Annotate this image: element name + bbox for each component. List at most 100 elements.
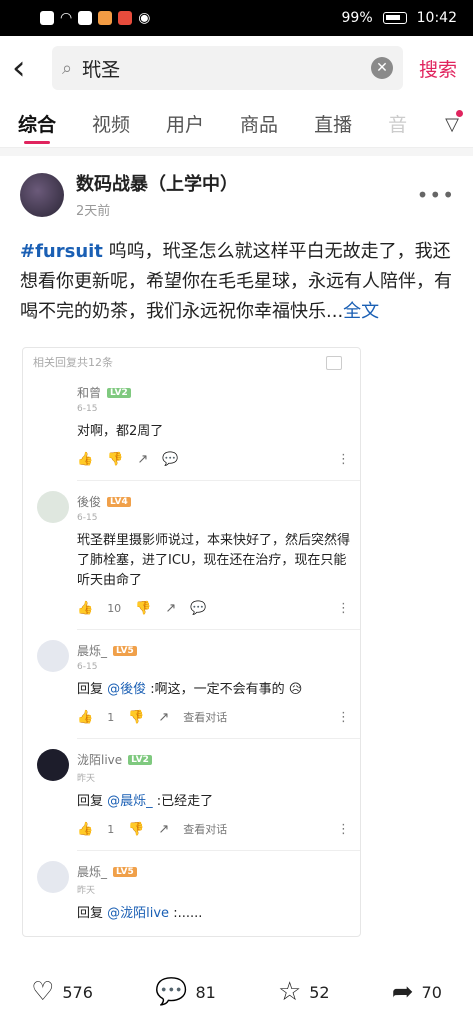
clear-icon[interactable]: ✕: [370, 57, 393, 79]
more-options-icon[interactable]: •••: [417, 183, 455, 207]
comment-button[interactable]: 💬 81: [155, 979, 216, 1005]
commenter-avatar: [37, 749, 69, 781]
notification-icon: [40, 11, 54, 25]
heart-icon: ♡: [31, 977, 55, 1007]
share-button[interactable]: ➦ 70: [392, 979, 442, 1005]
back-icon[interactable]: ‹: [12, 51, 52, 85]
favorite-button[interactable]: ☆ 52: [278, 979, 330, 1005]
battery-percent: 99%: [341, 10, 373, 26]
share-arrow-icon: ➦: [391, 977, 414, 1007]
comment-text: 对啊，都2周了: [77, 424, 164, 439]
comment-date: 6-15: [77, 513, 98, 523]
tab-products[interactable]: 商品: [240, 100, 278, 148]
kebab-icon: ⋮: [337, 451, 350, 467]
level-badge: LV5: [113, 645, 137, 656]
favorite-count: 52: [309, 982, 330, 1002]
comment-date: 6-15: [77, 404, 98, 414]
kebab-icon: ⋮: [337, 709, 350, 725]
like-icon: 👍: [77, 821, 94, 837]
view-thread-link: 查看对话: [183, 823, 228, 836]
comment-text: 回复 @後俊 :啊这，一定不会有事的 😥: [77, 680, 360, 700]
hashtag-link[interactable]: #fursuit: [20, 241, 103, 262]
tab-video[interactable]: 视频: [92, 100, 130, 148]
comment-actions: 👍 10 👎 ↗ 💬 ⋮: [77, 597, 360, 619]
like-button[interactable]: ♡ 576: [31, 979, 93, 1005]
like-icon: 👍: [77, 600, 94, 616]
share-icon: ↗: [165, 600, 177, 616]
reply-prefix: 回复: [77, 682, 108, 697]
wifi-icon: ◠: [60, 10, 73, 26]
comment: 和曾 LV2 6-15 对啊，都2周了 👍 👎 ↗ 💬 ⋮: [23, 380, 360, 481]
mention: @後俊: [107, 682, 147, 697]
commenter-name: 後俊: [77, 495, 102, 509]
reply-text: :已经走了: [152, 794, 214, 809]
reply-text: :......: [169, 906, 203, 921]
comment-date: 昨天: [77, 774, 96, 784]
comment-icon: 💬: [190, 600, 207, 616]
reply-text: :啊这，一定不会有事的 😥: [146, 682, 303, 697]
share-count: 70: [421, 982, 442, 1002]
like-icon: 👍: [77, 709, 94, 725]
avatar[interactable]: [20, 172, 64, 217]
kebab-icon: ⋮: [337, 821, 350, 837]
commenter-name: 和曾: [77, 386, 102, 400]
search-icon: ⌕: [62, 57, 73, 79]
level-badge: LV4: [107, 496, 131, 507]
comment: 晨烁_ LV5 6-15 回复 @後俊 :啊这，一定不会有事的 😥 👍 1 👎 ↗…: [23, 638, 360, 739]
star-icon: ☆: [277, 977, 302, 1007]
post-text[interactable]: #fursuit 呜呜，玳圣怎么就这样平白无故走了，我还想看你更新呢，希望你在毛…: [20, 237, 455, 327]
like-count: 10: [107, 601, 122, 615]
reply-prefix: 回复: [77, 794, 108, 809]
commenter-avatar: [37, 640, 69, 672]
dislike-icon: 👎: [128, 821, 145, 837]
comment-actions: 👍 1 👎 ↗ 查看对话 ⋮: [77, 706, 360, 728]
level-badge: LV2: [128, 754, 152, 765]
comment-text: 玳圣群里摄影师说过，本来快好了，然后突然得了肺栓塞，进了ICU，现在还在治疗，现…: [77, 533, 351, 588]
comment-date: 昨天: [77, 886, 96, 896]
battery-icon: [382, 12, 407, 24]
copy-icon: [326, 356, 342, 370]
app-icon: [98, 11, 113, 25]
clock: 10:42: [416, 10, 457, 26]
tab-music[interactable]: 音: [388, 100, 407, 148]
kebab-icon: ⋮: [337, 600, 350, 616]
action-bar: ♡ 576 💬 81 ☆ 52 ➦ 70: [0, 960, 473, 1024]
comment-screenshot-image[interactable]: 相关回复共12条 和曾 LV2 6-15 对啊，都2周了 👍 👎 ↗ 💬 ⋮ 後俊…: [22, 347, 361, 937]
dislike-icon: 👎: [135, 600, 152, 616]
comment-text: 回复 @晨烁_ :已经走了: [77, 792, 360, 812]
commenter-name: 晨烁_: [77, 865, 108, 879]
mention: @晨烁_: [107, 794, 153, 809]
app-icon: [78, 11, 93, 25]
divider: [0, 148, 473, 156]
view-thread-link: 查看对话: [183, 711, 228, 724]
commenter-avatar: [37, 861, 69, 893]
dislike-icon: 👎: [107, 451, 124, 467]
tab-users[interactable]: 用户: [166, 100, 204, 148]
share-icon: ↗: [158, 709, 170, 725]
tab-comprehensive[interactable]: 综合: [18, 100, 56, 148]
comment: 晨烁_ LV5 昨天 回复 @泷陌live :......: [23, 859, 360, 924]
share-icon: ↗: [158, 821, 170, 837]
like-count: 576: [62, 982, 93, 1002]
search-bar: ‹ ⌕ ✕ 搜索: [0, 36, 473, 100]
search-input[interactable]: [82, 57, 371, 79]
mention: @泷陌live: [107, 906, 170, 921]
commenter-name: 晨烁_: [77, 644, 108, 658]
like-count: 1: [107, 710, 115, 724]
search-box[interactable]: ⌕ ✕: [52, 46, 403, 90]
filter-icon[interactable]: ▽: [445, 110, 463, 135]
author-name[interactable]: 数码战暴（上学中）: [76, 170, 417, 196]
post-card: 数码战暴（上学中） 2天前 ••• #fursuit 呜呜，玳圣怎么就这样平白无…: [0, 156, 473, 327]
status-icons: ◠ ◉: [40, 10, 150, 26]
wechat-icon: ◉: [138, 10, 151, 26]
comment-date: 6-15: [77, 662, 98, 672]
reply-prefix: 回复: [77, 906, 108, 921]
full-text-link[interactable]: 全文: [343, 301, 379, 322]
comment: 泷陌live LV2 昨天 回复 @晨烁_ :已经走了 👍 1 👎 ↗ 查看对话 …: [23, 747, 360, 851]
comment-text: 回复 @泷陌live :......: [77, 904, 360, 924]
commenter-name: 泷陌live: [77, 753, 123, 767]
tab-live[interactable]: 直播: [314, 100, 352, 148]
search-button[interactable]: 搜索: [419, 55, 457, 82]
like-count: 1: [107, 822, 115, 836]
tab-bar: 综合 视频 用户 商品 直播 音 ▽: [0, 100, 473, 148]
